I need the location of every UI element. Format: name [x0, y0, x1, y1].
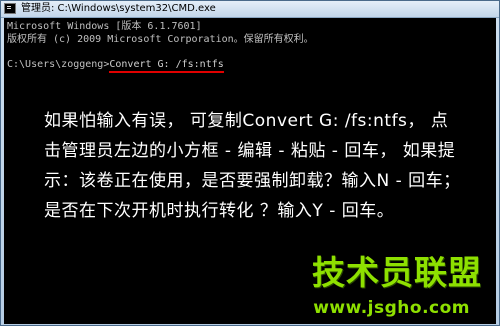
window-title: 管理员: C:\Windows\system32\CMD.exe — [21, 3, 216, 14]
console-prompt: C:\Users\zoggeng> — [7, 59, 110, 70]
watermark-logo: 技术员联盟 — [312, 253, 482, 292]
title-bar[interactable]: 管理员: C:\Windows\system32\CMD.exe — [1, 1, 499, 18]
console-version-line: Microsoft Windows [版本 6.1.7601] — [7, 21, 202, 32]
watermark-url: www.jsgho.com — [313, 298, 470, 318]
console-command: Convert G: /fs:ntfs — [109, 59, 224, 73]
cmd-window: 管理员: C:\Windows\system32\CMD.exe Microso… — [0, 0, 500, 326]
console-area[interactable]: Microsoft Windows [版本 6.1.7601] 版权所有 (c)… — [4, 18, 496, 324]
console-prompt-line: C:\Users\zoggeng>Convert G: /fs:ntfs — [7, 58, 224, 73]
console-copyright-line: 版权所有 (c) 2009 Microsoft Corporation。保留所有… — [7, 34, 314, 45]
instruction-annotation: 如果怕输入有误， 可复制Convert G: /fs:ntfs， 点击管理员左边… — [44, 111, 461, 221]
cmd-icon[interactable] — [4, 3, 16, 14]
